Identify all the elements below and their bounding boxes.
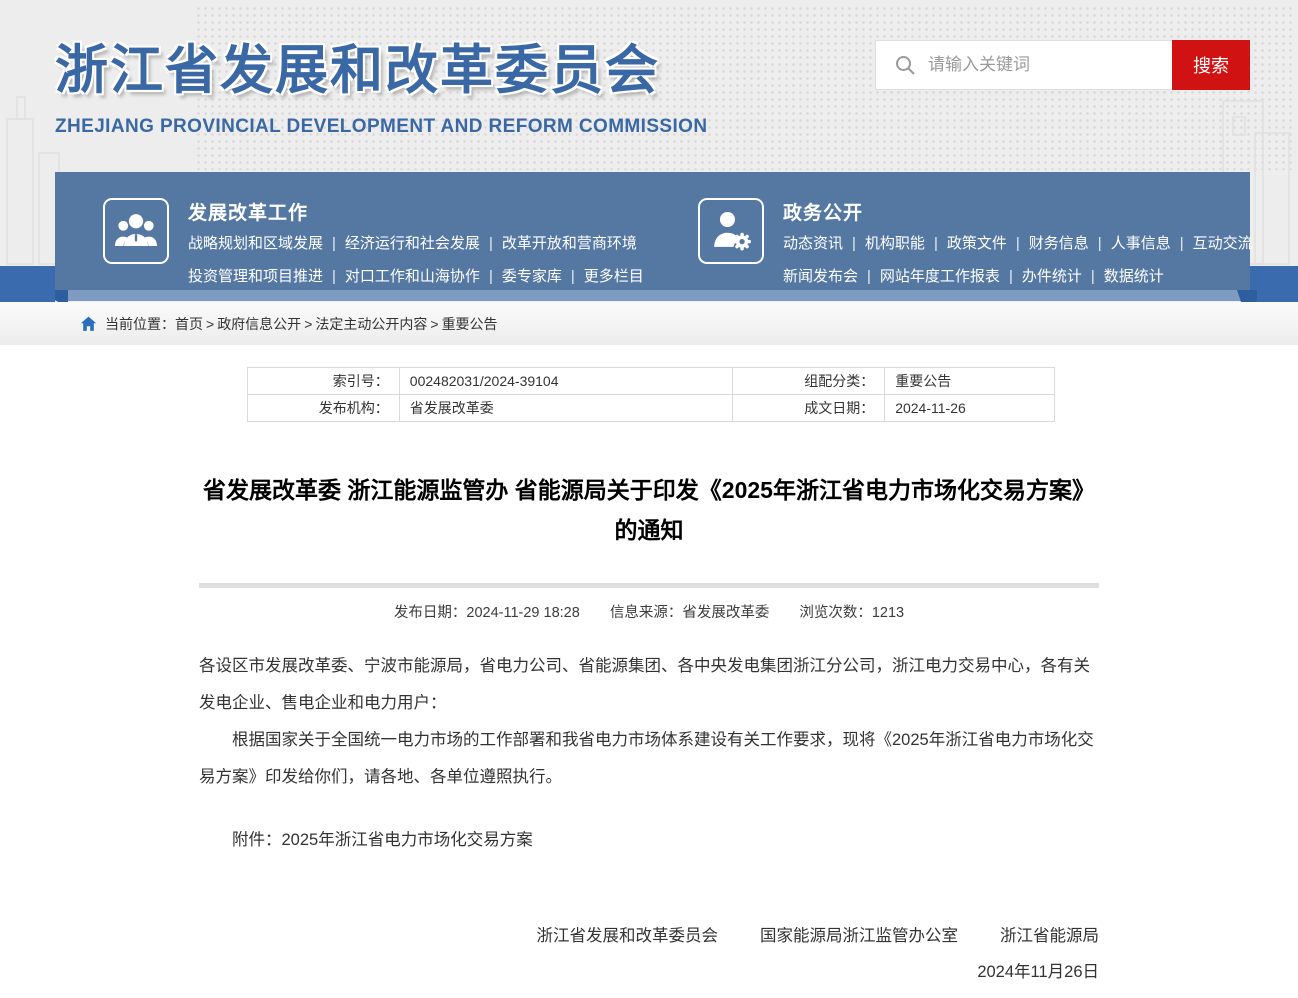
title-divider <box>199 583 1099 588</box>
breadcrumb-item-important-notices[interactable]: 重要公告 <box>427 314 497 334</box>
search-bar: 搜索 <box>875 40 1250 90</box>
article-body: 各设区市发展改革委、宁波市能源局，省电力公司、省能源集团、各中央发电集团浙江分公… <box>199 648 1101 859</box>
people-group-icon <box>112 209 160 253</box>
signature-org: 浙江省发展和改革委员会 <box>537 922 719 946</box>
doc-category-label: 组配分类： <box>733 368 885 395</box>
nav-links-row: 新闻发布会网站年度工作报表办件统计数据统计 <box>783 260 1253 293</box>
nav-link[interactable]: 网站年度工作报表 <box>858 268 1000 285</box>
site-subtitle: ZHEJIANG PROVINCIAL DEVELOPMENT AND REFO… <box>55 116 707 138</box>
building-sketch <box>6 118 34 265</box>
nav-links-row: 动态资讯机构职能政策文件财务信息人事信息互动交流 <box>783 227 1253 260</box>
nav-section-title: 政务公开 <box>783 198 1253 225</box>
nav-link[interactable]: 动态资讯 <box>783 235 843 252</box>
person-gear-icon <box>708 208 754 254</box>
site-logo[interactable]: 浙江省发展和改革委员会 ZHEJIANG PROVINCIAL DEVELOPM… <box>55 28 707 138</box>
main-nav-band: 发展改革工作 战略规划和区域发展经济运行和社会发展改革开放和营商环境 投资管理和… <box>55 172 1250 290</box>
article-meta: 发布日期：2024-11-29 18:28 信息来源：省发展改革委 浏览次数：1… <box>199 601 1099 622</box>
view-count: 浏览次数：1213 <box>799 605 904 621</box>
nav-link[interactable]: 互动交流 <box>1171 235 1253 252</box>
search-button[interactable]: 搜索 <box>1172 40 1250 90</box>
nav-link[interactable]: 人事信息 <box>1089 235 1171 252</box>
signature-block: 浙江省发展和改革委员会 国家能源局浙江监管办公室 浙江省能源局 2024年11月… <box>199 922 1099 982</box>
doc-issuer-label: 发布机构： <box>248 395 400 422</box>
doc-date-label: 成文日期： <box>733 395 885 422</box>
info-source: 信息来源：省发展改革委 <box>610 605 770 621</box>
publish-date: 发布日期：2024-11-29 18:28 <box>394 605 580 621</box>
search-input[interactable] <box>928 55 1128 75</box>
nav-link[interactable]: 办件统计 <box>1000 268 1082 285</box>
signature-date: 2024年11月26日 <box>199 958 1099 982</box>
nav-link[interactable]: 更多栏目 <box>562 268 644 285</box>
breadcrumb-item-legal-disclosure[interactable]: 法定主动公开内容 <box>301 314 427 334</box>
breadcrumb-label: 当前位置： <box>105 314 175 334</box>
doc-index-value: 002482031/2024-39104 <box>399 368 733 395</box>
table-row: 发布机构： 省发展改革委 成文日期： 2024-11-26 <box>248 395 1055 422</box>
doc-issuer-value: 省发展改革委 <box>399 395 733 422</box>
building-sketch <box>1232 116 1246 136</box>
article-paragraph: 各设区市发展改革委、宁波市能源局，省电力公司、省能源集团、各中央发电集团浙江分公… <box>199 648 1101 722</box>
nav-link[interactable]: 经济运行和社会发展 <box>323 235 480 252</box>
nav-section-development-reform: 发展改革工作 战略规划和区域发展经济运行和社会发展改革开放和营商环境 投资管理和… <box>103 198 644 293</box>
attachment-link[interactable]: 2025年浙江省电力市场化交易方案 <box>282 831 533 849</box>
nav-link[interactable]: 新闻发布会 <box>783 268 858 285</box>
breadcrumb-item-home[interactable]: 首页 <box>175 314 203 334</box>
doc-category-value: 重要公告 <box>885 368 1055 395</box>
table-row: 索引号： 002482031/2024-39104 组配分类： 重要公告 <box>248 368 1055 395</box>
site-title: 浙江省发展和改革委员会 <box>55 28 707 104</box>
page: 浙江省发展和改革委员会 ZHEJIANG PROVINCIAL DEVELOPM… <box>0 0 1298 998</box>
nav-link[interactable]: 财务信息 <box>1007 235 1089 252</box>
search-icon <box>894 54 916 76</box>
nav-links-row: 投资管理和项目推进对口工作和山海协作委专家库更多栏目 <box>188 260 644 293</box>
nav-link[interactable]: 投资管理和项目推进 <box>188 268 323 285</box>
search-box[interactable] <box>875 40 1172 90</box>
building-sketch <box>1254 132 1290 265</box>
signature-org: 国家能源局浙江监管办公室 <box>760 922 958 946</box>
attachment-label: 附件： <box>232 831 282 849</box>
person-gear-icon-box <box>698 198 764 264</box>
nav-link[interactable]: 对口工作和山海协作 <box>323 268 480 285</box>
page-title: 省发展改革委 浙江能源监管办 省能源局关于印发《2025年浙江省电力市场化交易方… <box>199 470 1099 550</box>
nav-section-title: 发展改革工作 <box>188 198 644 225</box>
article-paragraph: 根据国家关于全国统一电力市场的工作部署和我省电力市场体系建设有关工作要求，现将《… <box>199 722 1101 796</box>
building-sketch <box>16 96 26 120</box>
doc-index-label: 索引号： <box>248 368 400 395</box>
signature-org: 浙江省能源局 <box>1000 922 1099 946</box>
breadcrumb: 当前位置：首页政府信息公开法定主动公开内容重要公告 <box>80 302 498 345</box>
deep-blue-decor-right <box>1250 266 1298 307</box>
breadcrumb-item-gov-info[interactable]: 政府信息公开 <box>203 314 301 334</box>
nav-link[interactable]: 改革开放和营商环境 <box>480 235 637 252</box>
nav-link[interactable]: 数据统计 <box>1082 268 1164 285</box>
doc-date-value: 2024-11-26 <box>885 395 1055 422</box>
deep-blue-decor-left <box>0 266 55 307</box>
doc-info-table: 索引号： 002482031/2024-39104 组配分类： 重要公告 发布机… <box>247 367 1055 422</box>
nav-links-row: 战略规划和区域发展经济运行和社会发展改革开放和营商环境 <box>188 227 644 260</box>
nav-link[interactable]: 战略规划和区域发展 <box>188 235 323 252</box>
nav-link[interactable]: 委专家库 <box>480 268 562 285</box>
people-group-icon-box <box>103 198 169 264</box>
nav-link[interactable]: 机构职能 <box>843 235 925 252</box>
home-icon <box>80 316 97 332</box>
attachment-line: 附件：2025年浙江省电力市场化交易方案 <box>199 822 1101 859</box>
nav-section-gov-disclosure: 政务公开 动态资讯机构职能政策文件财务信息人事信息互动交流 新闻发布会网站年度工… <box>698 198 1253 293</box>
signature-row: 浙江省发展和改革委员会 国家能源局浙江监管办公室 浙江省能源局 <box>199 922 1099 946</box>
nav-link[interactable]: 政策文件 <box>925 235 1007 252</box>
